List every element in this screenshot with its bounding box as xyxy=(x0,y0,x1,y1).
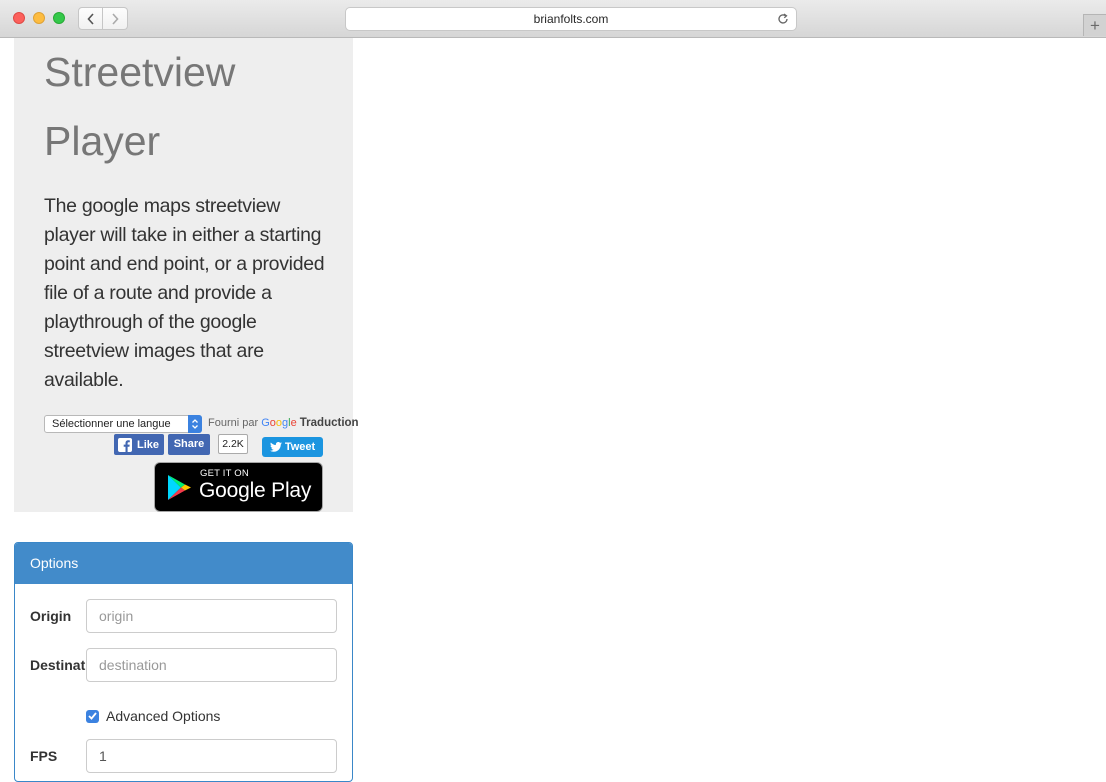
close-window-button[interactable] xyxy=(13,12,25,24)
origin-input[interactable] xyxy=(86,599,337,633)
google-logo[interactable]: Google xyxy=(261,417,297,429)
fps-row: FPS xyxy=(15,739,352,773)
google-play-text: Google Play xyxy=(199,479,312,502)
reload-icon[interactable] xyxy=(776,12,790,26)
share-count-badge: 2.2K xyxy=(218,434,248,454)
share-count: 2.2K xyxy=(222,438,244,450)
title-line-2: Player xyxy=(44,118,161,164)
tweet-button[interactable]: Tweet xyxy=(262,437,323,457)
translate-attribution: Fourni par Google Traduction xyxy=(208,417,359,429)
like-label: Like xyxy=(137,438,160,451)
google-play-badge[interactable]: GET IT ON Google Play xyxy=(154,462,323,512)
options-heading: Options xyxy=(15,543,352,584)
plus-icon: + xyxy=(1090,15,1100,35)
facebook-share-button[interactable]: Share xyxy=(168,434,210,455)
advanced-options-label[interactable]: Advanced Options xyxy=(106,708,220,724)
browser-toolbar: brianfolts.com + xyxy=(0,0,1106,38)
twitter-bird-icon xyxy=(269,442,282,452)
facebook-icon xyxy=(118,437,132,452)
forward-button[interactable] xyxy=(103,7,128,30)
share-label: Share xyxy=(173,438,205,450)
chevron-left-icon xyxy=(86,12,94,25)
advanced-options-row: Advanced Options xyxy=(86,706,220,726)
powered-by-text: Fourni par xyxy=(208,417,259,429)
title-line-1: Streetview xyxy=(44,49,236,95)
minimize-window-button[interactable] xyxy=(33,12,45,24)
get-it-on-text: GET IT ON xyxy=(200,468,249,479)
fps-label: FPS xyxy=(30,748,58,764)
address-bar[interactable]: brianfolts.com xyxy=(345,7,797,31)
address-url: brianfolts.com xyxy=(533,12,609,26)
destination-input[interactable] xyxy=(86,648,337,682)
facebook-like-button[interactable]: Like xyxy=(114,434,164,455)
chevron-right-icon xyxy=(112,12,119,25)
destination-label: Destination xyxy=(30,657,88,673)
language-select-value: Sélectionner une langue xyxy=(52,418,171,430)
back-button[interactable] xyxy=(78,7,103,30)
page-title: Streetview Player xyxy=(44,38,344,176)
zoom-window-button[interactable] xyxy=(53,12,65,24)
checkmark-icon xyxy=(88,712,97,720)
new-tab-button[interactable]: + xyxy=(1083,14,1106,36)
origin-label: Origin xyxy=(30,608,72,624)
language-select[interactable]: Sélectionner une langue xyxy=(44,415,202,433)
description: The google maps streetview player will t… xyxy=(44,195,325,391)
tweet-label: Tweet xyxy=(284,441,316,453)
google-play-icon xyxy=(168,475,191,500)
advanced-options-checkbox[interactable] xyxy=(86,709,99,723)
destination-row: Destination xyxy=(15,648,352,682)
origin-row: Origin xyxy=(15,599,352,633)
select-arrows-icon xyxy=(188,415,202,433)
hero-panel: Streetview Player The google maps streetv… xyxy=(14,38,359,512)
options-panel: Options Origin Destination Advanced Opti… xyxy=(14,542,353,782)
translate-link[interactable]: Traduction xyxy=(300,417,359,429)
fps-input[interactable] xyxy=(86,739,337,773)
